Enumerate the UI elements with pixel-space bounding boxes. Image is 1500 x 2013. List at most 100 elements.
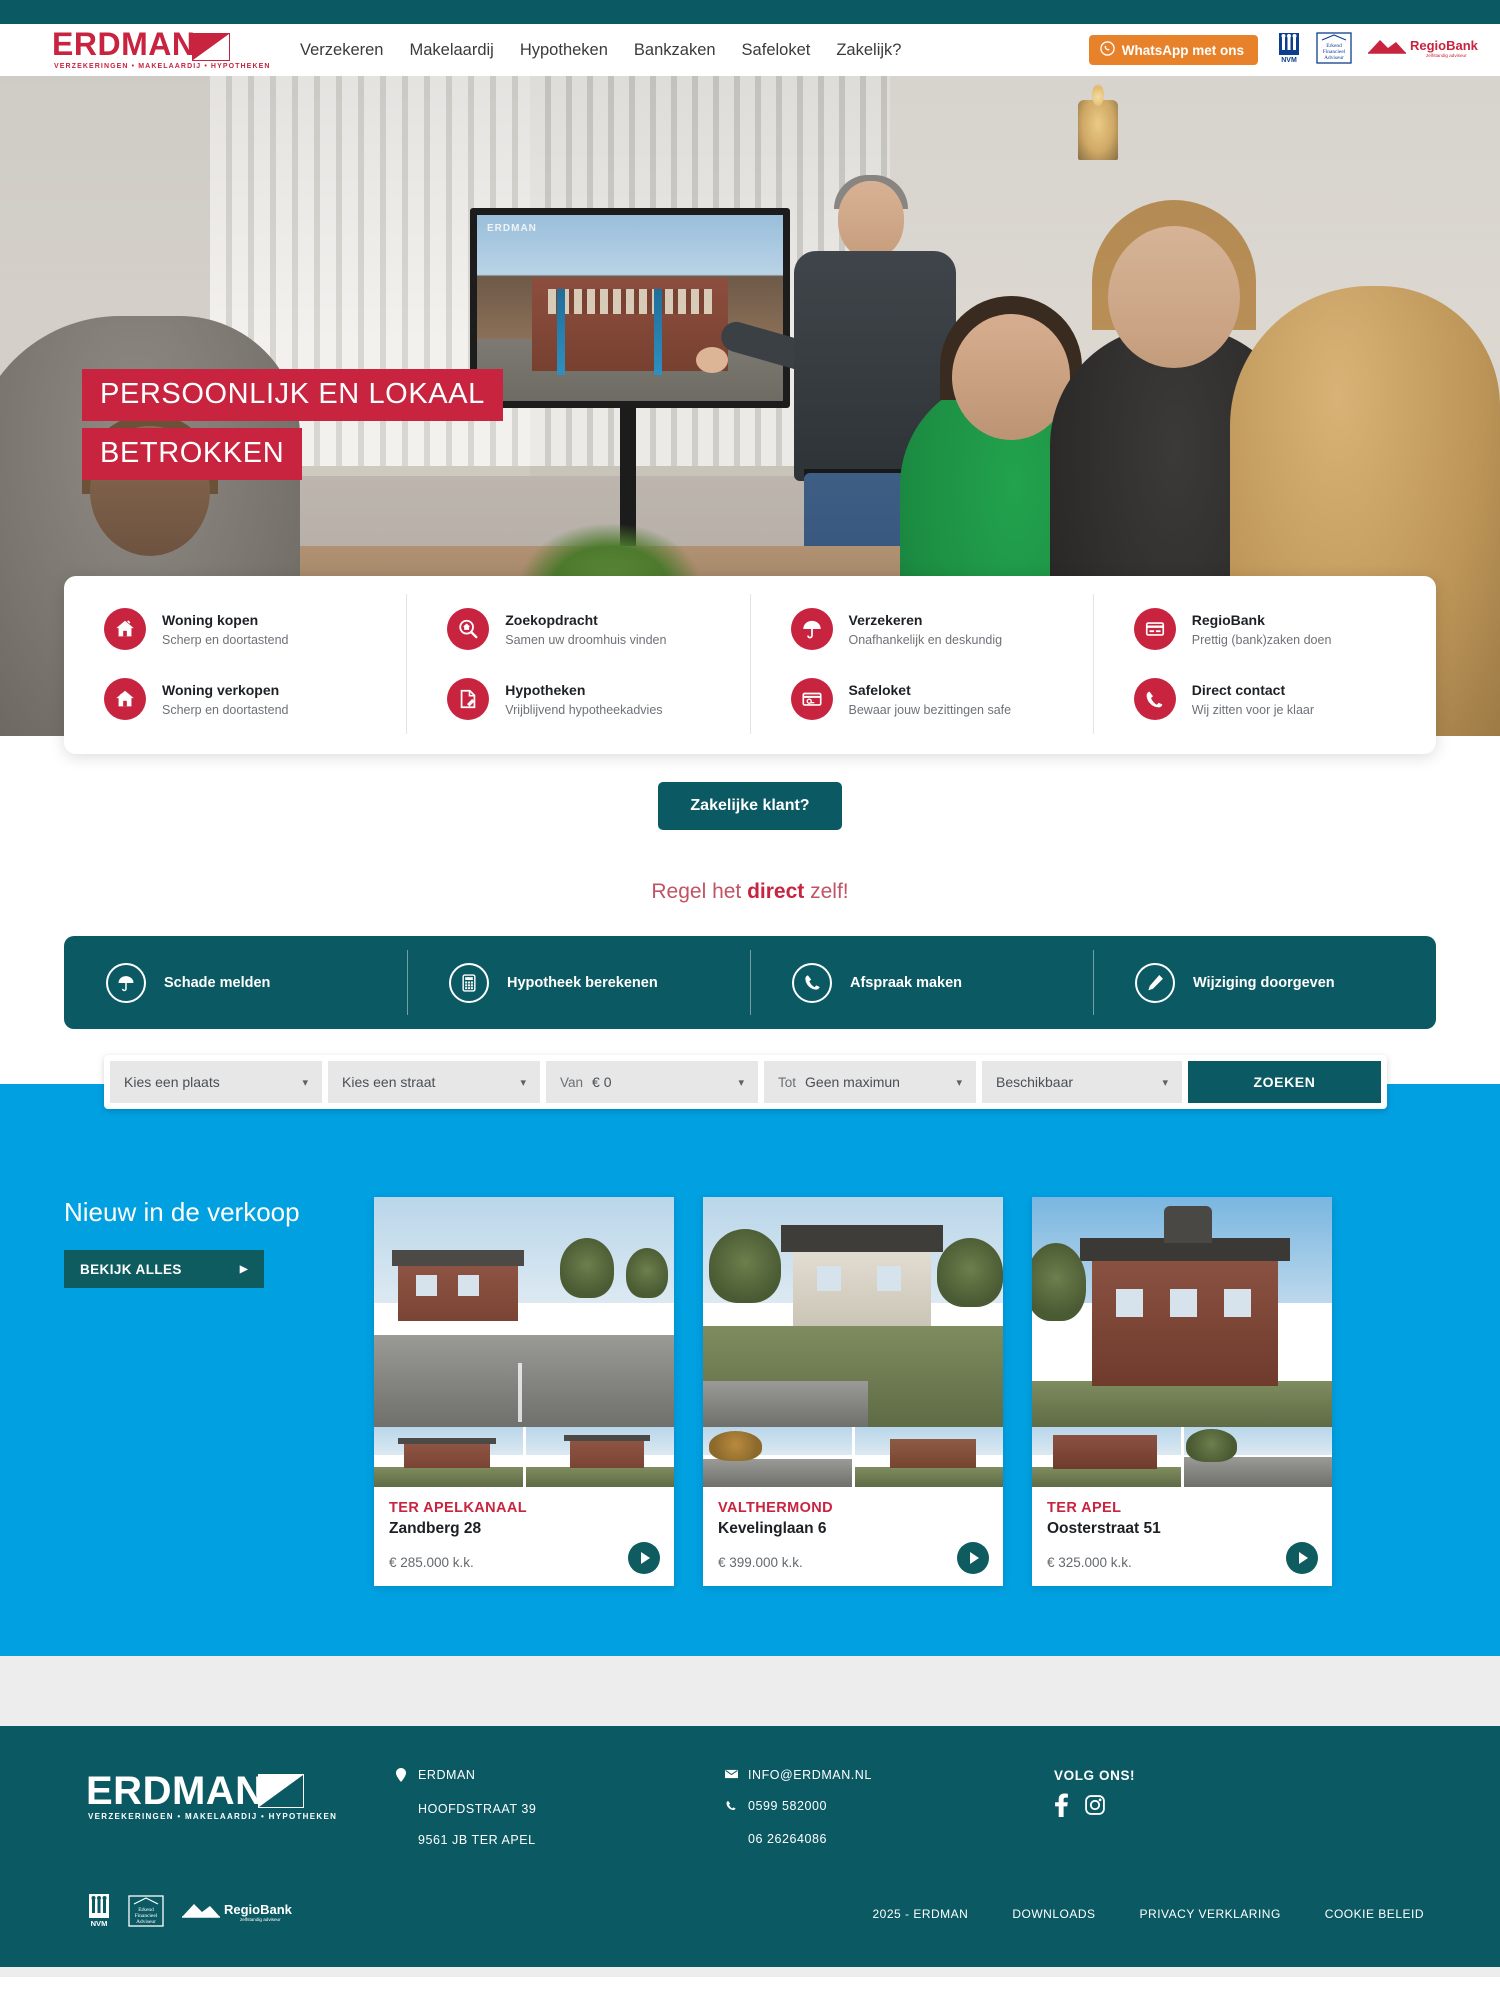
footer-email-line[interactable]: INFO@ERDMAN.NL — [724, 1768, 1054, 1782]
chevron-down-icon: ▾ — [520, 1076, 526, 1089]
service-verzekeren[interactable]: Verzekeren Onafhankelijk en deskundig — [777, 594, 1067, 664]
listing-photo-thumbs[interactable] — [1032, 1427, 1332, 1487]
listing-photo-main[interactable] — [703, 1197, 1003, 1427]
services-card: Woning kopen Scherp en doortastend Wonin… — [64, 576, 1436, 754]
footer-link-cookies[interactable]: COOKIE BELEID — [1325, 1907, 1424, 1921]
listing-photo-thumbs[interactable] — [703, 1427, 1003, 1487]
listings-heading: Nieuw in de verkoop — [64, 1197, 300, 1227]
listing-card[interactable]: TER APEL Oosterstraat 51 € 325.000 k.k. — [1032, 1197, 1332, 1586]
service-hypotheken[interactable]: Hypotheken Vrijblijvend hypotheekadvies — [433, 664, 723, 734]
nav-item-makelaardij[interactable]: Makelaardij — [409, 41, 493, 60]
service-title: Woning verkopen — [162, 682, 280, 698]
footer-mobile-line[interactable]: 06 26264086 — [724, 1832, 1054, 1846]
footer-link-downloads[interactable]: DOWNLOADS — [1012, 1907, 1095, 1921]
nav-item-verzekeren[interactable]: Verzekeren — [300, 41, 383, 60]
select-price-to[interactable]: Tot Geen maximun ▾ — [764, 1061, 976, 1103]
self-service-heading-pre: Regel het — [651, 880, 748, 903]
footer-logo-erdman[interactable]: ERDMAN VERZEKERINGEN • MAKELAARDIJ • HYP… — [64, 1768, 394, 1864]
listing-thumb[interactable] — [1183, 1427, 1332, 1487]
listing-photo-main[interactable] — [1032, 1197, 1332, 1427]
services-column-4: RegioBank Prettig (bank)zaken doen Direc… — [1092, 594, 1436, 734]
action-label: Hypotheek berekenen — [507, 974, 658, 991]
listing-card[interactable]: TER APELKANAAL Zandberg 28 € 285.000 k.k… — [374, 1197, 674, 1586]
phone-icon — [724, 1799, 738, 1815]
footer-partner-logos: NVM Erkend Financieel Adviseur RegioBank… — [86, 1894, 293, 1933]
footer-address-line: 9561 JB TER APEL — [394, 1833, 724, 1847]
service-title: Zoekopdracht — [505, 612, 598, 628]
services-column-1: Woning kopen Scherp en doortastend Wonin… — [64, 594, 406, 734]
hero-headline-line2: BETROKKEN — [82, 428, 303, 480]
listing-city: TER APEL — [1047, 1500, 1122, 1516]
footer-follow-title: VOLG ONS! — [1054, 1768, 1136, 1783]
regiobank-logo[interactable]: RegioBank zelfstandig adviseur — [180, 1896, 293, 1931]
nav-item-hypotheken[interactable]: Hypotheken — [520, 41, 608, 60]
erkend-financieel-adviseur-logo[interactable]: Erkend Financieel Adviseur — [1316, 31, 1352, 69]
erkend-financieel-adviseur-logo[interactable]: Erkend Financieel Adviseur — [128, 1894, 164, 1933]
svg-text:ERDMAN: ERDMAN — [52, 26, 195, 62]
play-icon[interactable] — [957, 1542, 989, 1574]
regiobank-logo[interactable]: RegioBank zelfstandig adviseur — [1366, 34, 1479, 67]
action-schade-melden[interactable]: Schade melden — [64, 936, 407, 1029]
listing-thumb[interactable] — [374, 1427, 523, 1487]
footer-copyright: 2025 - ERDMAN — [872, 1906, 969, 1921]
action-label: Schade melden — [164, 974, 271, 991]
document-sign-icon — [447, 678, 490, 720]
main-navigation: Verzekeren Makelaardij Hypotheken Bankza… — [300, 41, 901, 60]
service-title: Verzekeren — [848, 612, 923, 628]
service-zoekopdracht[interactable]: Zoekopdracht Samen uw droomhuis vinden — [433, 594, 723, 664]
footer-phone-line[interactable]: 0599 582000 — [724, 1799, 1054, 1815]
play-icon[interactable] — [628, 1542, 660, 1574]
listing-thumb[interactable] — [1032, 1427, 1181, 1487]
footer-address-2: 9561 JB TER APEL — [418, 1833, 536, 1847]
footer-address-column: ERDMAN HOOFDSTRAAT 39 9561 JB TER APEL — [394, 1768, 724, 1864]
nvm-logo[interactable]: NVM — [1276, 32, 1302, 68]
instagram-icon[interactable] — [1085, 1795, 1105, 1820]
nav-item-bankzaken[interactable]: Bankzaken — [634, 41, 716, 60]
footer-address-line: HOOFDSTRAAT 39 — [394, 1802, 724, 1816]
service-woning-verkopen[interactable]: Woning verkopen Scherp en doortastend — [90, 664, 380, 734]
nav-item-safeloket[interactable]: Safeloket — [742, 41, 811, 60]
footer-contact-column: INFO@ERDMAN.NL 0599 582000 06 26264086 — [724, 1768, 1054, 1864]
service-safeloket[interactable]: Safeloket Bewaar jouw bezittingen safe — [777, 664, 1067, 734]
listing-photo-main[interactable] — [374, 1197, 674, 1427]
service-title: Direct contact — [1191, 682, 1286, 698]
listing-thumb[interactable] — [854, 1427, 1003, 1487]
arrow-right-icon: ▶ — [239, 1263, 248, 1275]
select-plaats[interactable]: Kies een plaats ▾ — [110, 1061, 322, 1103]
self-service-heading-post: zelf! — [804, 880, 849, 903]
listing-photo-thumbs[interactable] — [374, 1427, 674, 1487]
listing-cards: TER APELKANAAL Zandberg 28 € 285.000 k.k… — [374, 1197, 1332, 1586]
listing-thumb[interactable] — [525, 1427, 674, 1487]
play-icon[interactable] — [1286, 1542, 1318, 1574]
select-availability[interactable]: Beschikbaar ▾ — [982, 1061, 1182, 1103]
service-subtitle: Scherp en doortastend — [162, 703, 289, 717]
service-subtitle: Scherp en doortastend — [162, 633, 289, 647]
listing-address: Kevelinglaan 6 — [718, 1520, 827, 1537]
zakelijke-klant-button[interactable]: Zakelijke klant? — [658, 782, 842, 830]
listing-details: TER APELKANAAL Zandberg 28 € 285.000 k.k… — [374, 1487, 674, 1586]
action-label: Wijziging doorgeven — [1193, 974, 1335, 991]
select-price-from[interactable]: Van € 0 ▾ — [546, 1061, 758, 1103]
chevron-down-icon: ▾ — [1162, 1076, 1168, 1089]
house-buy-icon — [104, 608, 146, 650]
service-regiobank[interactable]: RegioBank Prettig (bank)zaken doen — [1120, 594, 1410, 664]
zoeken-button[interactable]: ZOEKEN — [1188, 1061, 1381, 1103]
service-direct-contact[interactable]: Direct contact Wij zitten voor je klaar — [1120, 664, 1410, 734]
action-wijziging-doorgeven[interactable]: Wijziging doorgeven — [1093, 936, 1436, 1029]
listing-card[interactable]: VALTHERMOND Kevelinglaan 6 € 399.000 k.k… — [703, 1197, 1003, 1586]
whatsapp-button[interactable]: WhatsApp met ons — [1088, 35, 1258, 65]
action-hypotheek-berekenen[interactable]: Hypotheek berekenen — [407, 936, 750, 1029]
nvm-logo[interactable]: NVM — [86, 1894, 112, 1933]
self-service-bar-wrap: Schade melden Hypotheek berekenen Afspra… — [0, 936, 1500, 1029]
select-straat[interactable]: Kies een straat ▾ — [328, 1061, 540, 1103]
service-woning-kopen[interactable]: Woning kopen Scherp en doortastend — [90, 594, 380, 664]
site-footer: ERDMAN VERZEKERINGEN • MAKELAARDIJ • HYP… — [0, 1726, 1500, 1967]
nav-item-zakelijk[interactable]: Zakelijk? — [836, 41, 901, 60]
footer-link-privacy[interactable]: PRIVACY VERKLARING — [1140, 1907, 1281, 1921]
action-afspraak-maken[interactable]: Afspraak maken — [750, 936, 1093, 1029]
facebook-icon[interactable] — [1054, 1793, 1069, 1822]
bekijk-alles-button[interactable]: BEKIJK ALLES ▶ — [64, 1250, 264, 1288]
listing-thumb[interactable] — [703, 1427, 852, 1487]
footer-address-line: ERDMAN — [394, 1768, 724, 1785]
logo-erdman[interactable]: ERDMAN VERZEKERINGEN • MAKELAARDIJ • HYP… — [52, 26, 269, 71]
